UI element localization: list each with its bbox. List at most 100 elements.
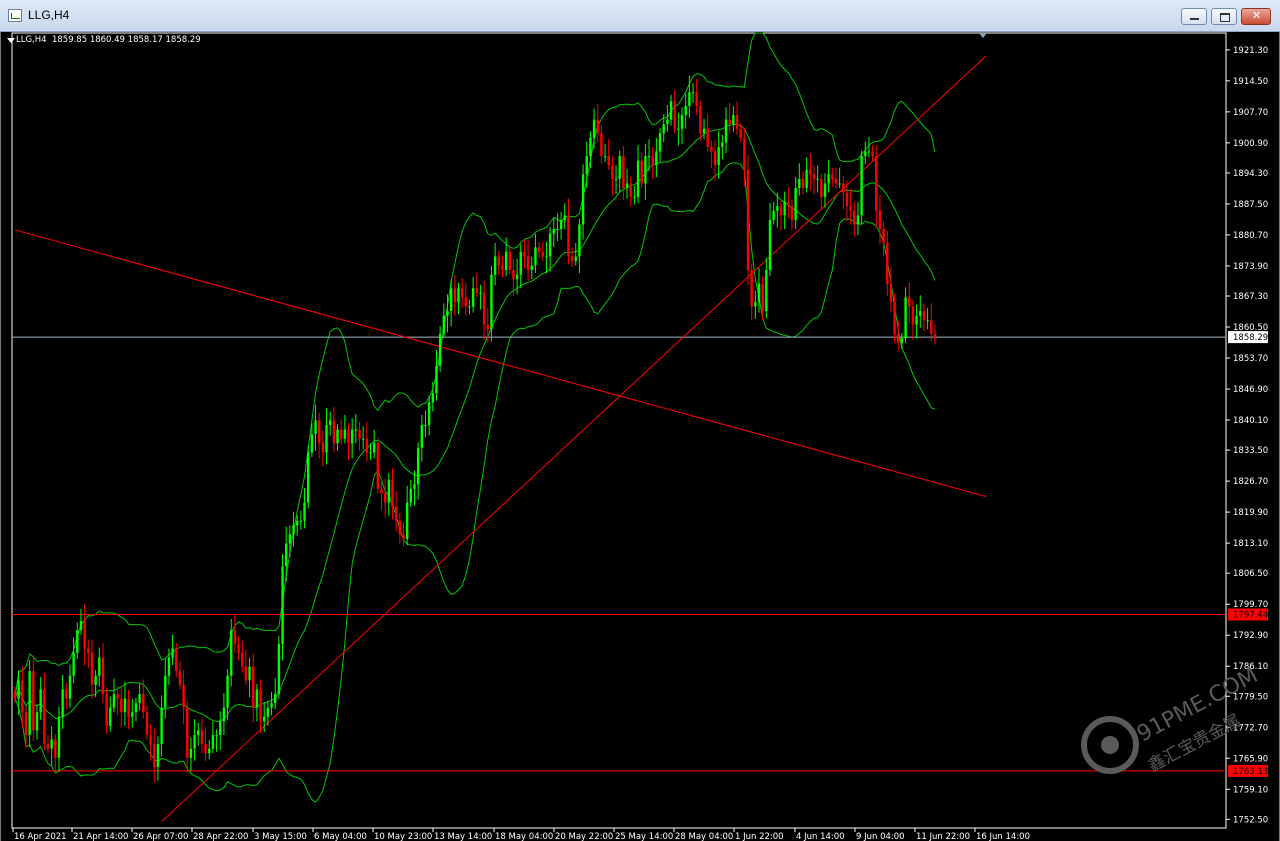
candle-body <box>497 256 500 266</box>
candle <box>629 176 632 207</box>
candle <box>186 701 189 773</box>
candle-body <box>468 306 471 308</box>
candle-body <box>215 735 218 737</box>
candle-body <box>673 101 676 129</box>
candle <box>871 144 874 161</box>
candle <box>787 187 790 219</box>
candle-body <box>116 693 119 699</box>
x-tick-label: 16 Jun 14:00 <box>976 832 1030 841</box>
candle-body <box>926 320 929 322</box>
x-tick-label: 4 Jun 14:00 <box>796 832 845 841</box>
candle-body <box>178 671 182 685</box>
candle-body <box>827 174 830 184</box>
candle <box>625 168 629 199</box>
candle-body <box>248 666 251 681</box>
candle-body <box>24 712 28 736</box>
candle-body <box>721 142 724 147</box>
candle-body <box>519 251 522 275</box>
candle <box>32 655 35 742</box>
candle-body <box>779 206 783 216</box>
candle-body <box>21 680 24 713</box>
candle <box>658 127 662 163</box>
candle <box>160 695 163 757</box>
candle <box>746 155 750 286</box>
candle <box>292 511 295 547</box>
candle <box>241 640 244 673</box>
candle-body <box>354 429 358 431</box>
candle <box>519 244 522 289</box>
candle <box>548 226 552 272</box>
candle <box>699 100 702 141</box>
candle-body <box>567 215 570 257</box>
candle <box>442 303 446 339</box>
candle <box>523 239 526 269</box>
candle-body <box>915 315 918 325</box>
candle-body <box>50 739 53 749</box>
candle-body <box>537 247 541 252</box>
candle-body <box>761 283 764 312</box>
candle <box>244 649 248 685</box>
candle <box>497 250 500 275</box>
y-tick-label: 1792.90 <box>1233 631 1268 641</box>
candle <box>248 657 251 698</box>
candle <box>219 711 222 751</box>
candle <box>922 303 926 331</box>
candle <box>501 255 504 278</box>
candle <box>317 412 321 459</box>
candle-body <box>732 115 735 125</box>
candle-body <box>307 452 310 503</box>
candle-body <box>387 479 391 503</box>
candle-body <box>933 333 937 339</box>
candle <box>640 152 643 188</box>
candle-body <box>706 128 709 147</box>
candle <box>460 278 464 309</box>
candle-body <box>735 115 739 129</box>
candle-body <box>475 288 478 293</box>
candle <box>39 677 42 720</box>
candle <box>237 636 240 661</box>
candle-body <box>919 311 922 316</box>
candle-body <box>633 197 636 199</box>
candle-body <box>596 119 599 134</box>
candle <box>376 437 380 494</box>
candle-body <box>471 288 475 307</box>
candle <box>230 618 233 687</box>
candle <box>138 683 141 711</box>
y-tick-label: 1894.30 <box>1233 169 1268 179</box>
watermark: 91PME.COM 鑫汇宝贵金属 <box>1081 663 1262 776</box>
candle-body <box>783 201 786 216</box>
candle <box>710 140 713 169</box>
y-tick-label: 1880.70 <box>1233 231 1268 241</box>
candle <box>479 285 482 310</box>
candle <box>541 241 544 261</box>
candle <box>647 139 651 172</box>
candle-body <box>281 566 284 644</box>
candle-body <box>449 288 453 312</box>
candle-body <box>237 643 240 653</box>
candle-body <box>904 297 907 339</box>
candle-body <box>911 306 915 325</box>
candle-body <box>739 128 742 138</box>
candle-body <box>109 707 112 726</box>
candle <box>277 636 281 699</box>
candle <box>669 94 673 126</box>
candle <box>834 167 838 190</box>
candle <box>255 683 259 722</box>
candle <box>101 642 105 704</box>
candle <box>570 247 574 268</box>
candle <box>508 245 511 275</box>
candle-body <box>757 283 761 302</box>
candle-body <box>640 160 643 184</box>
candle <box>695 78 698 116</box>
candle-body <box>369 452 372 454</box>
candle-body <box>343 429 347 439</box>
candle-body <box>405 502 409 539</box>
candle <box>823 173 827 208</box>
candle-body <box>875 156 878 211</box>
candle <box>394 491 398 532</box>
candle-body <box>922 311 926 321</box>
candle-body <box>677 128 680 130</box>
candle-body <box>809 169 812 175</box>
candle-body <box>292 525 295 535</box>
candle <box>87 639 90 669</box>
